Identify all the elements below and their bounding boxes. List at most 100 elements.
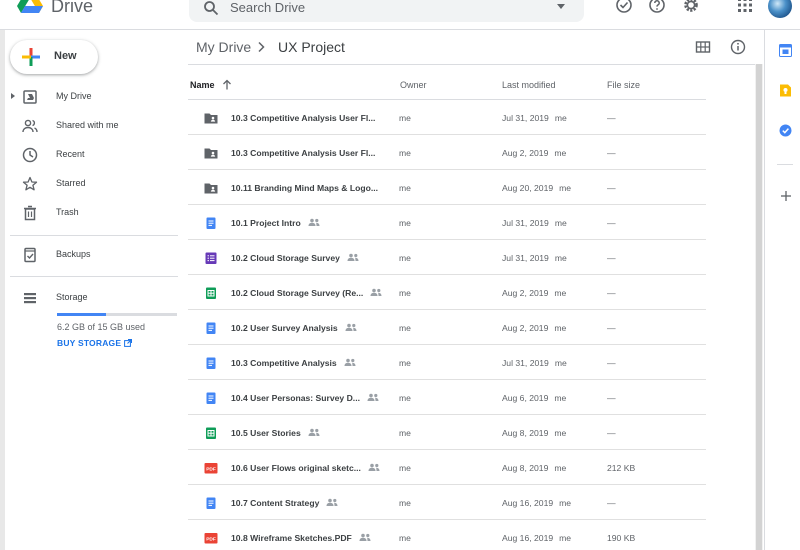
file-row[interactable]: 10.1 Project Intro me Jul 31, 2019 me — xyxy=(188,205,706,240)
file-row[interactable]: 10.7 Content Strategy me Aug 16, 2019 me — xyxy=(188,485,706,520)
search-input[interactable] xyxy=(230,0,530,17)
file-row[interactable]: 10.2 Cloud Storage Survey (Re... me Aug 2,… xyxy=(188,275,706,310)
sidebar-item-storage[interactable]: Storage xyxy=(0,285,178,311)
google-doc-icon xyxy=(206,322,216,334)
file-row[interactable]: 10.2 Cloud Storage Survey me Jul 31, 2019 m… xyxy=(188,240,706,275)
sidebar-divider xyxy=(10,235,178,236)
file-name: 10.2 Cloud Storage Survey (Re... xyxy=(231,288,364,298)
file-name-cell: 10.4 User Personas: Survey D... xyxy=(231,393,379,403)
modified-by: me xyxy=(554,113,567,123)
modified-by: me xyxy=(554,218,567,228)
sort-ascending-icon[interactable] xyxy=(222,79,232,90)
sidebar-item-label: Storage xyxy=(56,292,88,302)
apps-grid-icon[interactable] xyxy=(736,0,754,14)
star-icon xyxy=(22,176,38,191)
file-size-cell: — xyxy=(607,183,616,193)
search-box[interactable] xyxy=(189,0,584,22)
sidebar-item-shared-with-me[interactable]: Shared with me xyxy=(0,113,178,139)
breadcrumb-current[interactable]: UX Project xyxy=(278,39,345,55)
calendar-icon[interactable] xyxy=(779,44,792,57)
modified-cell: Aug 8, 2019 me xyxy=(502,463,566,473)
modified-by: me xyxy=(554,358,567,368)
modified-cell: Aug 8, 2019 me xyxy=(502,428,566,438)
modified-date: Aug 6, 2019 xyxy=(502,393,549,403)
owner-cell: me xyxy=(399,253,411,263)
modified-cell: Jul 31, 2019 me xyxy=(502,113,567,123)
add-addon-icon[interactable] xyxy=(780,190,792,202)
file-row[interactable]: PDF 10.8 Wireframe Sketches.PDF me Aug 16, … xyxy=(188,520,706,550)
sidebar-item-my-drive[interactable]: My Drive xyxy=(0,84,178,110)
toolbar-divider xyxy=(188,64,755,65)
file-size-cell: — xyxy=(607,393,616,403)
sidebar-item-starred[interactable]: Starred xyxy=(0,171,178,197)
file-row[interactable]: 10.3 Competitive Analysis User Fl... me Au… xyxy=(188,135,706,170)
sidebar-item-label: Shared with me xyxy=(56,120,119,130)
file-size-cell: 190 KB xyxy=(607,533,636,543)
file-size-cell: 212 KB xyxy=(607,463,636,473)
modified-date: Aug 2, 2019 xyxy=(502,323,549,333)
offline-check-icon[interactable] xyxy=(615,0,633,14)
scrollbar-thumb[interactable] xyxy=(756,64,762,550)
app-name: Drive xyxy=(51,0,94,16)
file-row[interactable]: 10.5 User Stories me Aug 8, 2019 me — xyxy=(188,415,706,450)
file-row[interactable]: 10.3 Competitive Analysis me Jul 31, 2019 m… xyxy=(188,345,706,380)
file-row[interactable]: 10.11 Branding Mind Maps & Logo... me Aug … xyxy=(188,170,706,205)
file-name-cell: 10.2 User Survey Analysis xyxy=(231,323,357,333)
file-name: 10.8 Wireframe Sketches.PDF xyxy=(231,533,352,543)
chevron-right-icon xyxy=(258,41,265,53)
modified-by: me xyxy=(559,533,572,543)
file-name: 10.2 Cloud Storage Survey xyxy=(231,253,340,263)
owner-cell: me xyxy=(399,288,411,298)
column-header-modified[interactable]: Last modified xyxy=(502,80,556,90)
help-icon[interactable] xyxy=(648,0,666,14)
modified-cell: Jul 31, 2019 me xyxy=(502,253,567,263)
tasks-icon[interactable] xyxy=(779,124,792,137)
new-button-label: New xyxy=(54,50,77,62)
storage-meter xyxy=(57,313,177,316)
file-size-cell: — xyxy=(607,148,616,158)
trash-icon xyxy=(24,205,36,221)
my-drive-icon xyxy=(23,90,37,104)
file-size-cell: — xyxy=(607,113,616,123)
modified-date: Aug 16, 2019 xyxy=(502,533,554,543)
sidebar-item-trash[interactable]: Trash xyxy=(0,200,178,226)
info-icon[interactable] xyxy=(730,39,746,55)
file-row[interactable]: 10.3 Competitive Analysis User Fl... me Ju… xyxy=(188,100,706,135)
shared-people-icon xyxy=(345,323,357,331)
new-button[interactable]: New xyxy=(10,40,98,74)
owner-cell: me xyxy=(399,358,411,368)
account-avatar[interactable] xyxy=(768,0,792,18)
sidebar-item-backups[interactable]: Backups xyxy=(0,242,178,268)
plus-icon xyxy=(22,48,40,66)
expand-arrow-icon[interactable] xyxy=(11,93,15,99)
file-name-cell: 10.3 Competitive Analysis xyxy=(231,358,356,368)
file-row[interactable]: 10.2 User Survey Analysis me Aug 2, 2019 me… xyxy=(188,310,706,345)
modified-by: me xyxy=(554,428,567,438)
modified-date: Jul 31, 2019 xyxy=(502,113,549,123)
breadcrumb-root[interactable]: My Drive xyxy=(196,39,251,55)
modified-by: me xyxy=(559,183,572,193)
drive-logo-icon[interactable] xyxy=(17,0,43,13)
backup-icon xyxy=(24,247,36,263)
modified-date: Aug 2, 2019 xyxy=(502,148,549,158)
file-name: 10.5 User Stories xyxy=(231,428,301,438)
file-name-cell: 10.3 Competitive Analysis User Fl... xyxy=(231,148,375,158)
file-name: 10.3 Competitive Analysis User Fl... xyxy=(231,113,376,123)
search-icon[interactable] xyxy=(203,0,219,16)
keep-icon[interactable] xyxy=(779,84,792,97)
file-name-cell: 10.8 Wireframe Sketches.PDF xyxy=(231,533,371,543)
settings-icon[interactable] xyxy=(682,0,700,14)
google-doc-icon xyxy=(206,217,216,229)
modified-cell: Aug 16, 2019 me xyxy=(502,533,571,543)
file-size-cell: — xyxy=(607,428,616,438)
file-row[interactable]: 10.4 User Personas: Survey D... me Aug 6, … xyxy=(188,380,706,415)
search-options-icon[interactable] xyxy=(557,4,565,9)
column-header-name[interactable]: Name xyxy=(190,80,215,90)
buy-storage-link[interactable]: BUY STORAGE xyxy=(57,338,133,348)
grid-view-icon[interactable] xyxy=(695,39,711,55)
file-row[interactable]: PDF 10.6 User Flows original sketc... me Au… xyxy=(188,450,706,485)
modified-cell: Aug 2, 2019 me xyxy=(502,323,566,333)
file-name: 10.7 Content Strategy xyxy=(231,498,320,508)
column-header-size: File size xyxy=(607,80,641,90)
sidebar-item-recent[interactable]: Recent xyxy=(0,142,178,168)
